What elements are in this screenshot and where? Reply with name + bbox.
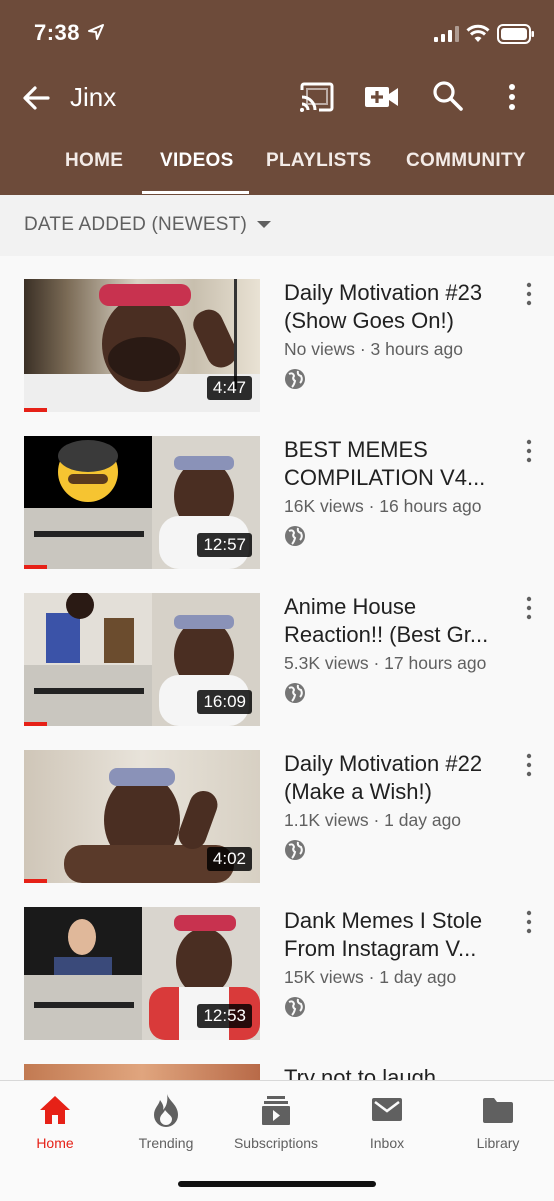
tab-playlists[interactable]: PLAYLISTS [266, 150, 371, 172]
video-title[interactable]: Daily Motivation #22 (Make a Wish!) [284, 750, 510, 806]
video-duration: 16:09 [197, 690, 252, 714]
nav-label: Inbox [369, 1135, 405, 1151]
video-metadata: No views · 3 hours ago [284, 339, 463, 359]
video-title[interactable]: BEST MEMES COMPILATION V4... [284, 436, 510, 492]
nav-home[interactable]: Home [0, 1093, 110, 1151]
nav-label: Trending [138, 1135, 194, 1151]
public-globe-icon [285, 683, 305, 703]
nav-library[interactable]: Library [443, 1093, 553, 1151]
video-title[interactable]: Try not to laugh [284, 1064, 510, 1080]
home-indicator[interactable] [178, 1181, 376, 1187]
video-item[interactable]: 4:47 Daily Motivation #23 (Show Goes On!… [0, 256, 554, 413]
video-title[interactable]: Daily Motivation #23 (Show Goes On!) [284, 279, 510, 335]
app-bar: Jinx [0, 70, 554, 126]
video-thumbnail[interactable] [24, 1064, 260, 1080]
item-more-icon[interactable] [522, 282, 536, 306]
channel-title: Jinx [70, 82, 117, 112]
home-icon [40, 1096, 70, 1124]
cast-icon[interactable] [299, 82, 335, 112]
video-metadata: 15K views · 1 day ago [284, 967, 457, 987]
status-bar: 7:38 [0, 0, 554, 66]
nav-trending[interactable]: Trending [111, 1093, 221, 1151]
video-metadata: 5.3K views · 17 hours ago [284, 653, 487, 673]
item-more-icon[interactable] [522, 596, 536, 620]
item-more-icon[interactable] [522, 910, 536, 934]
public-globe-icon [285, 840, 305, 860]
video-metadata: 1.1K views · 1 day ago [284, 810, 462, 830]
sort-dropdown-label[interactable]: DATE ADDED (NEWEST) [24, 214, 247, 236]
sort-bar[interactable]: DATE ADDED (NEWEST) [0, 195, 554, 255]
video-title[interactable]: Anime House Reaction!! (Best Gr... [284, 593, 510, 649]
subscriptions-icon [262, 1096, 290, 1125]
watch-progress-bar [24, 565, 47, 569]
video-duration: 4:47 [206, 376, 252, 400]
channel-tabs: HOME VIDEOS PLAYLISTS COMMUNITY [0, 136, 554, 195]
more-vert-icon[interactable] [500, 82, 524, 112]
public-globe-icon [285, 369, 305, 389]
video-item[interactable]: Try not to laugh [0, 1041, 554, 1080]
item-more-icon[interactable] [522, 753, 536, 777]
wifi-icon [466, 24, 490, 42]
video-thumbnail[interactable]: 12:53 [24, 907, 260, 1040]
battery-icon [497, 24, 534, 44]
video-item[interactable]: 12:57 BEST MEMES COMPILATION V4... 16K v… [0, 413, 554, 570]
video-item[interactable]: 4:02 Daily Motivation #22 (Make a Wish!)… [0, 727, 554, 884]
video-list: 4:47 Daily Motivation #23 (Show Goes On!… [0, 256, 554, 1080]
dropdown-caret-icon[interactable] [257, 221, 271, 228]
nav-label: Home [36, 1135, 74, 1151]
location-arrow-icon [88, 24, 104, 40]
inbox-icon [372, 1098, 402, 1121]
public-globe-icon [285, 526, 305, 546]
video-title[interactable]: Dank Memes I Stole From Instagram V... [284, 907, 510, 963]
watch-progress-bar [24, 408, 47, 412]
watch-progress-bar [24, 879, 47, 883]
video-duration: 12:57 [197, 533, 252, 557]
tab-community[interactable]: COMMUNITY [406, 150, 526, 172]
watch-progress-bar [24, 722, 47, 726]
trending-icon [154, 1094, 178, 1127]
video-item[interactable]: 16:09 Anime House Reaction!! (Best Gr...… [0, 570, 554, 727]
active-tab-indicator [142, 191, 249, 194]
item-more-icon[interactable] [522, 439, 536, 463]
back-arrow-icon[interactable] [20, 82, 52, 114]
library-icon [483, 1098, 513, 1123]
video-duration: 12:53 [197, 1004, 252, 1028]
tab-videos[interactable]: VIDEOS [160, 150, 234, 172]
nav-label: Subscriptions [233, 1135, 319, 1151]
cellular-signal-icon [434, 26, 459, 42]
status-time: 7:38 [34, 20, 81, 45]
create-video-icon[interactable] [364, 82, 400, 112]
nav-subscriptions[interactable]: Subscriptions [221, 1093, 331, 1151]
video-duration: 4:02 [206, 847, 252, 871]
tab-home[interactable]: HOME [65, 150, 123, 172]
nav-inbox[interactable]: Inbox [332, 1093, 442, 1151]
video-thumbnail[interactable]: 4:47 [24, 279, 260, 412]
video-metadata: 16K views · 16 hours ago [284, 496, 482, 516]
video-thumbnail[interactable]: 4:02 [24, 750, 260, 883]
video-thumbnail[interactable]: 16:09 [24, 593, 260, 726]
search-icon[interactable] [432, 80, 464, 112]
public-globe-icon [285, 997, 305, 1017]
nav-label: Library [476, 1135, 520, 1151]
video-item[interactable]: 12:53 Dank Memes I Stole From Instagram … [0, 884, 554, 1041]
video-thumbnail[interactable]: 12:57 [24, 436, 260, 569]
channel-header: 7:38 Jinx HOME VIDEOS PLAYLISTS COMMUNIT… [0, 0, 554, 195]
